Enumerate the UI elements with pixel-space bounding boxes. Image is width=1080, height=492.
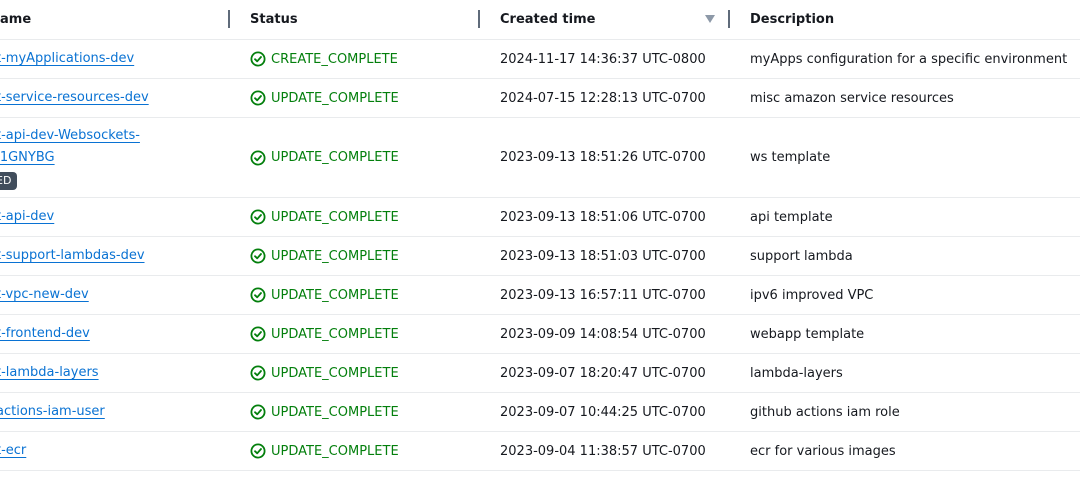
description: misc amazon service resources (750, 90, 954, 106)
status-indicator: UPDATE_COMPLETE (250, 365, 399, 381)
status-indicator: UPDATE_COMPLETE (250, 248, 399, 264)
created-time: 2024-07-15 12:28:13 UTC-0700 (500, 90, 706, 106)
created-time: 2023-09-04 11:38:57 UTC-0700 (500, 443, 706, 459)
column-header-created-time[interactable]: Created time (500, 0, 595, 39)
stacks-table: ame Status Created time Description t-my… (0, 0, 1080, 471)
status-text: UPDATE_COMPLETE (271, 90, 399, 106)
column-resizer[interactable] (728, 10, 730, 28)
created-time: 2023-09-13 16:57:11 UTC-0700 (500, 287, 706, 303)
description: api template (750, 209, 833, 225)
stack-name-link[interactable]: t-ecr (0, 440, 26, 462)
status-indicator: UPDATE_COMPLETE (250, 326, 399, 342)
check-circle-icon (250, 326, 266, 342)
column-resizer[interactable] (478, 10, 480, 28)
check-circle-icon (250, 443, 266, 459)
stack-name-link[interactable]: t-myApplications-dev (0, 48, 134, 70)
created-time: 2023-09-07 18:20:47 UTC-0700 (500, 365, 706, 381)
table-row: t-vpc-new-dev UPDATE_COMPLETE 2023-09-13… (0, 276, 1080, 315)
stack-name-link[interactable]: t-support-lambdas-dev (0, 245, 145, 267)
status-text: UPDATE_COMPLETE (271, 209, 399, 225)
status-text: UPDATE_COMPLETE (271, 404, 399, 420)
description: myApps configuration for a specific envi… (750, 51, 1068, 67)
description: github actions iam role (750, 404, 900, 420)
created-time: 2024-11-17 14:36:37 UTC-0800 (500, 51, 706, 67)
description: ipv6 improved VPC (750, 287, 874, 303)
status-text: UPDATE_COMPLETE (271, 443, 399, 459)
table-row: t-service-resources-dev UPDATE_COMPLETE … (0, 79, 1080, 118)
stack-name-link[interactable]: I1GNYBG (0, 147, 140, 169)
status-text: CREATE_COMPLETE (271, 51, 398, 67)
status-text: UPDATE_COMPLETE (271, 150, 399, 165)
column-resizer[interactable] (228, 10, 230, 28)
stack-name-link[interactable]: t-api-dev (0, 206, 54, 228)
created-time: 2023-09-13 18:51:03 UTC-0700 (500, 248, 706, 264)
check-circle-icon (250, 287, 266, 303)
stack-name-link[interactable]: t-service-resources-dev (0, 87, 149, 109)
column-header-description[interactable]: Description (750, 0, 834, 39)
column-header-name[interactable]: ame (0, 0, 31, 39)
status-indicator: UPDATE_COMPLETE (250, 287, 399, 303)
table-row: t-frontend-dev UPDATE_COMPLETE 2023-09-0… (0, 315, 1080, 354)
stack-name-link[interactable]: t-lambda-layers (0, 362, 99, 384)
status-indicator: UPDATE_COMPLETE (250, 150, 399, 166)
table-row: t-api-dev UPDATE_COMPLETE 2023-09-13 18:… (0, 198, 1080, 237)
check-circle-icon (250, 404, 266, 420)
status-text: UPDATE_COMPLETE (271, 365, 399, 381)
column-header-status[interactable]: Status (250, 0, 298, 39)
status-text: UPDATE_COMPLETE (271, 248, 399, 264)
created-time: 2023-09-13 18:51:26 UTC-0700 (500, 150, 706, 165)
description: ws template (750, 150, 831, 165)
status-indicator: UPDATE_COMPLETE (250, 209, 399, 225)
description: ecr for various images (750, 443, 896, 459)
check-circle-icon (250, 90, 266, 106)
check-circle-icon (250, 248, 266, 264)
table-row: t-support-lambdas-dev UPDATE_COMPLETE 20… (0, 237, 1080, 276)
check-circle-icon (250, 365, 266, 381)
table-row: t-ecr UPDATE_COMPLETE 2023-09-04 11:38:5… (0, 432, 1080, 471)
check-circle-icon (250, 209, 266, 225)
created-time: 2023-09-13 18:51:06 UTC-0700 (500, 209, 706, 225)
table-row: t-myApplications-dev CREATE_COMPLETE 202… (0, 40, 1080, 79)
table-row: actions-iam-user UPDATE_COMPLETE 2023-09… (0, 393, 1080, 432)
table-row: t-lambda-layers UPDATE_COMPLETE 2023-09-… (0, 354, 1080, 393)
stack-name-link[interactable]: t-vpc-new-dev (0, 284, 89, 306)
table-row: t-api-dev-Websockets- I1GNYBG ED UPDATE_… (0, 118, 1080, 198)
stack-name-link[interactable]: t-frontend-dev (0, 323, 90, 345)
status-indicator: CREATE_COMPLETE (250, 51, 398, 67)
description: support lambda (750, 248, 853, 264)
status-indicator: UPDATE_COMPLETE (250, 90, 399, 106)
stack-name-link[interactable]: t-api-dev-Websockets- (0, 125, 140, 147)
description: webapp template (750, 326, 865, 342)
check-circle-icon (250, 150, 266, 165)
description: lambda-layers (750, 365, 843, 381)
created-time: 2023-09-09 14:08:54 UTC-0700 (500, 326, 706, 342)
created-time: 2023-09-07 10:44:25 UTC-0700 (500, 404, 706, 420)
status-indicator: UPDATE_COMPLETE (250, 404, 399, 420)
table-header: ame Status Created time Description (0, 0, 1080, 40)
stack-name-cell: t-api-dev-Websockets- I1GNYBG ED (0, 125, 140, 190)
status-text: UPDATE_COMPLETE (271, 287, 399, 303)
stack-name-link[interactable]: actions-iam-user (0, 401, 105, 423)
status-indicator: UPDATE_COMPLETE (250, 443, 399, 459)
status-text: UPDATE_COMPLETE (271, 326, 399, 342)
caret-down-icon[interactable] (704, 13, 716, 25)
check-circle-icon (250, 51, 266, 67)
nested-badge: ED (0, 172, 18, 190)
